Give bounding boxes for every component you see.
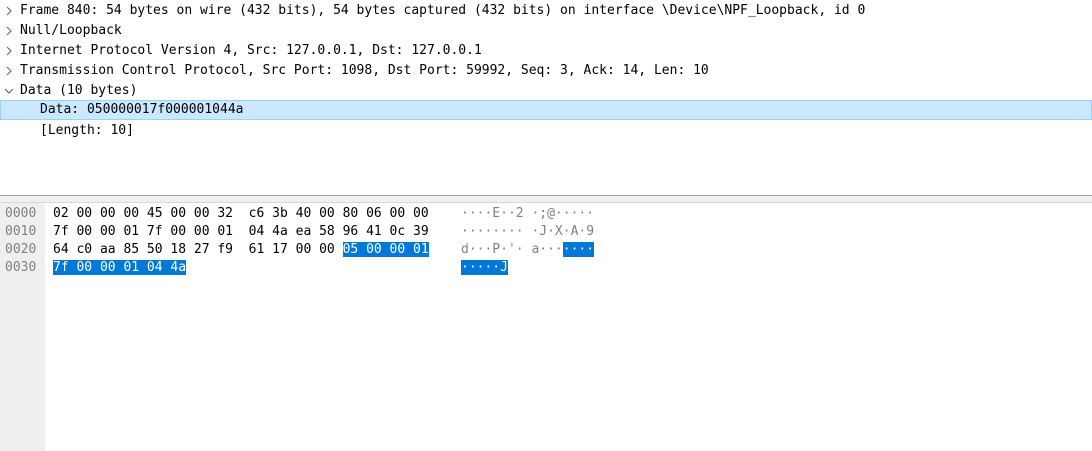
ascii-bytes[interactable]: ········ ·J·X·A·9 — [461, 224, 594, 239]
ascii-bytes-highlighted[interactable]: ·····J — [461, 260, 508, 275]
tree-item-label: Data: 050000017f000001044a — [40, 102, 244, 117]
hex-row[interactable]: 7f 00 00 01 7f 00 00 01 04 4a ea 58 96 4… — [53, 222, 429, 241]
byte-offset: 0010 — [5, 224, 37, 239]
tree-item-null-loopback[interactable]: Null/Loopback — [0, 21, 1092, 41]
chevron-right-icon[interactable] — [2, 1, 16, 21]
tree-item-data-value[interactable]: Data: 050000017f000001044a — [0, 100, 1092, 120]
hex-bytes-highlighted[interactable]: 05 00 00 01 — [342, 242, 429, 257]
hex-bytes[interactable]: 02 00 00 00 45 00 00 32 c6 3b 40 00 80 0… — [53, 206, 429, 221]
ascii-row[interactable]: ·····J — [461, 258, 508, 277]
offset-gutter: 0000 0010 0020 0030 — [0, 203, 45, 451]
chevron-right-icon[interactable] — [2, 21, 16, 41]
tree-item-label: [Length: 10] — [40, 123, 134, 138]
pane-splitter[interactable] — [0, 195, 1092, 203]
tree-item-label: Frame 840: 54 bytes on wire (432 bits), … — [20, 3, 866, 18]
packet-details-pane: Frame 840: 54 bytes on wire (432 bits), … — [0, 0, 1092, 195]
tree-item-data-length[interactable]: [Length: 10] — [0, 121, 1092, 141]
hex-bytes[interactable]: 64 c0 aa 85 50 18 27 f9 61 17 00 00 — [53, 242, 343, 257]
chevron-down-icon[interactable] — [2, 81, 16, 101]
hex-row[interactable]: 7f 00 00 01 04 4a — [53, 258, 187, 277]
byte-offset: 0020 — [5, 242, 37, 257]
ascii-row[interactable]: ········ ·J·X·A·9 — [461, 222, 594, 241]
byte-offset: 0000 — [5, 206, 37, 221]
ascii-row[interactable]: ····E··2 ·;@····· — [461, 204, 594, 223]
tree-item-label: Transmission Control Protocol, Src Port:… — [20, 63, 709, 78]
chevron-right-icon[interactable] — [2, 61, 16, 81]
tree-item-data[interactable]: Data (10 bytes) — [0, 81, 1092, 101]
ascii-bytes[interactable]: ····E··2 ·;@····· — [461, 206, 594, 221]
tree-item-tcp[interactable]: Transmission Control Protocol, Src Port:… — [0, 61, 1092, 81]
tree-item-label: Internet Protocol Version 4, Src: 127.0.… — [20, 43, 482, 58]
tree-item-label: Data (10 bytes) — [20, 83, 138, 98]
tree-item-ipv4[interactable]: Internet Protocol Version 4, Src: 127.0.… — [0, 41, 1092, 61]
wireshark-packet-view: Frame 840: 54 bytes on wire (432 bits), … — [0, 0, 1092, 451]
chevron-right-icon[interactable] — [2, 41, 16, 61]
hex-bytes[interactable]: 7f 00 00 01 7f 00 00 01 04 4a ea 58 96 4… — [53, 224, 429, 239]
ascii-bytes-highlighted[interactable]: ···· — [562, 242, 595, 257]
byte-offset: 0030 — [5, 260, 37, 275]
tree-item-label: Null/Loopback — [20, 23, 122, 38]
ascii-bytes[interactable]: d···P·'· a··· — [461, 242, 563, 257]
hex-bytes-highlighted[interactable]: 7f 00 00 01 04 4a — [53, 260, 187, 275]
tree-item-frame[interactable]: Frame 840: 54 bytes on wire (432 bits), … — [0, 1, 1092, 21]
hex-row[interactable]: 64 c0 aa 85 50 18 27 f9 61 17 00 00 05 0… — [53, 240, 429, 259]
hex-row[interactable]: 02 00 00 00 45 00 00 32 c6 3b 40 00 80 0… — [53, 204, 429, 223]
packet-bytes-pane: 0000 0010 0020 0030 02 00 00 00 45 00 00… — [0, 203, 1092, 451]
ascii-row[interactable]: d···P·'· a······· — [461, 240, 595, 259]
